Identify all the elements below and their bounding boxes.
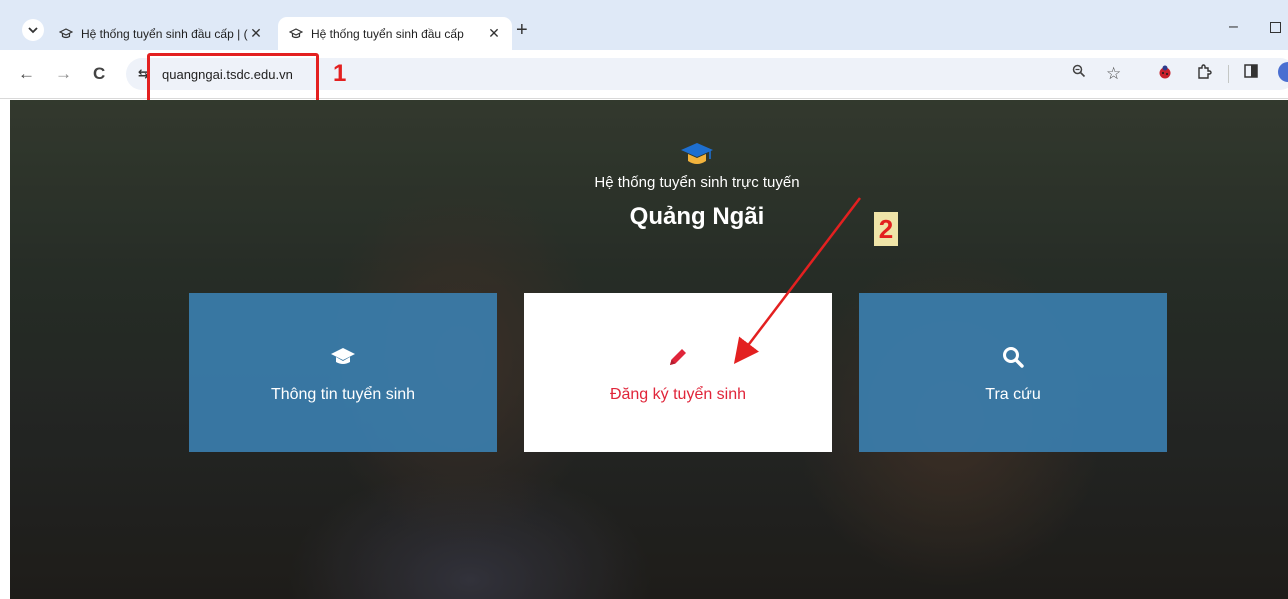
extension-ladybug-icon[interactable]: [1157, 64, 1173, 85]
extensions-puzzle-icon[interactable]: [1196, 64, 1212, 85]
zoom-icon[interactable]: [1072, 64, 1086, 82]
tab-2-title: Hệ thống tuyển sinh đầu cấp: [311, 26, 464, 41]
bookmark-star-icon[interactable]: ☆: [1106, 64, 1121, 84]
graduation-cap-favicon-icon: [58, 26, 74, 42]
back-button[interactable]: ←: [18, 65, 35, 82]
tab-1[interactable]: Hệ thống tuyển sinh đầu cấp | ( ✕: [48, 17, 274, 50]
tab-1-title: Hệ thống tuyển sinh đầu cấp | (: [81, 26, 248, 41]
tab-1-close-icon[interactable]: ✕: [248, 25, 264, 42]
forward-button[interactable]: →: [55, 65, 72, 82]
new-tab-button[interactable]: +: [516, 20, 528, 40]
chevron-down-icon: [28, 27, 38, 34]
reload-button[interactable]: C: [93, 65, 105, 82]
hero-banner: Hệ thống tuyển sinh trực tuyến Quảng Ngã…: [10, 100, 1288, 599]
tab-search-button[interactable]: [22, 19, 44, 41]
toolbar-divider: [1228, 65, 1229, 83]
annotation-box-url: [147, 53, 319, 105]
tab-2-close-icon[interactable]: ✕: [486, 25, 502, 42]
graduation-cap-favicon-icon: [288, 26, 304, 42]
side-panel-icon[interactable]: [1244, 64, 1258, 83]
maximize-button[interactable]: [1270, 22, 1281, 33]
tab-strip: Hệ thống tuyển sinh đầu cấp | ( ✕ Hệ thố…: [0, 0, 1288, 50]
annotation-number-1: 1: [333, 60, 347, 87]
minimize-button[interactable]: –: [1229, 18, 1238, 36]
annotation-arrow: [733, 197, 861, 364]
tab-2[interactable]: Hệ thống tuyển sinh đầu cấp ✕: [278, 17, 512, 50]
